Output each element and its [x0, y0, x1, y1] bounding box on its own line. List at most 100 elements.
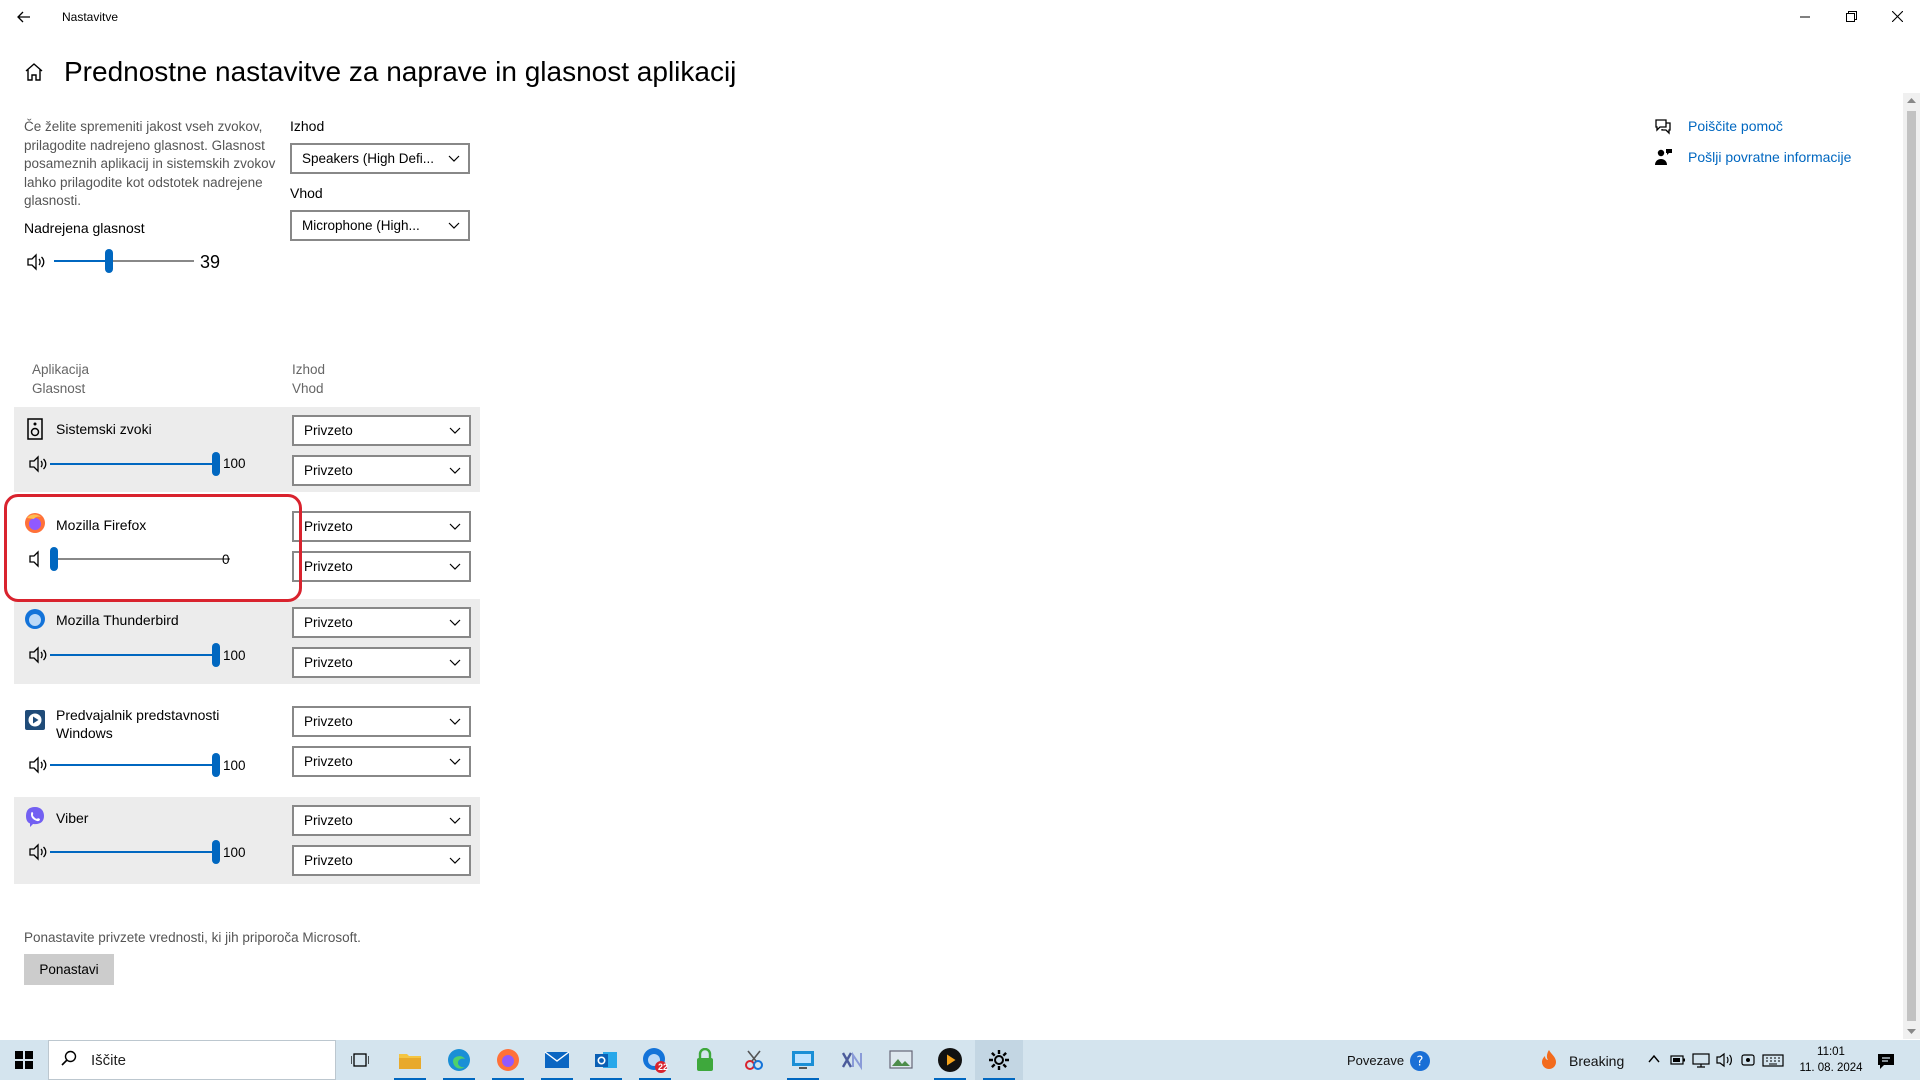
volume-icon[interactable] — [1716, 1052, 1734, 1068]
chevron-down-icon — [449, 659, 461, 666]
app-name: Sistemski zvoki — [56, 421, 152, 437]
app-output-dropdown[interactable]: Privzeto — [292, 511, 471, 542]
taskbar-mail[interactable] — [533, 1040, 581, 1080]
app-row-firefox: Mozilla Firefox 0 Privzeto Privzeto — [14, 503, 480, 588]
slider-fill — [50, 654, 216, 656]
app-output-dropdown[interactable]: Privzeto — [292, 607, 471, 638]
app-input-dropdown[interactable]: Privzeto — [292, 845, 471, 876]
app-volume-value: 100 — [223, 845, 246, 860]
chevron-down-icon — [449, 619, 461, 626]
taskbar-snipping[interactable] — [730, 1040, 778, 1080]
taskbar-keepass[interactable] — [681, 1040, 729, 1080]
app-output-dropdown[interactable]: Privzeto — [292, 415, 471, 446]
speaker-box-icon — [27, 418, 43, 440]
scroll-down-icon[interactable] — [1907, 1029, 1916, 1035]
taskbar-media-player[interactable] — [926, 1040, 974, 1080]
taskbar-outlook[interactable] — [582, 1040, 630, 1080]
app-input-value: Privzeto — [304, 463, 353, 478]
scrollbar[interactable] — [1903, 93, 1920, 1039]
close-icon — [1891, 11, 1903, 22]
taskbar-explorer[interactable] — [386, 1040, 434, 1080]
header-output: Izhod — [292, 362, 326, 377]
edge-icon — [448, 1049, 470, 1071]
notification-icon[interactable] — [1877, 1052, 1895, 1070]
slider-fill — [50, 463, 216, 465]
app-volume-slider[interactable] — [50, 753, 220, 777]
output-device-dropdown[interactable]: Speakers (High Defi... — [290, 143, 470, 174]
taskbar-thunderbird[interactable]: 22 — [631, 1040, 679, 1080]
taskbar-edge[interactable] — [435, 1040, 483, 1080]
app-input-dropdown[interactable]: Privzeto — [292, 647, 471, 678]
task-view-button[interactable] — [336, 1040, 384, 1080]
slider-thumb[interactable] — [212, 643, 220, 667]
app-volume-slider[interactable] — [50, 547, 230, 571]
speaker-icon[interactable] — [28, 645, 48, 665]
taskbar-firefox[interactable] — [484, 1040, 532, 1080]
scroll-up-icon[interactable] — [1907, 97, 1916, 103]
app-row-system-sounds: Sistemski zvoki 100 Privzeto Privzeto — [14, 407, 480, 492]
clock-date: 11. 08. 2024 — [1799, 1062, 1863, 1074]
slider-thumb[interactable] — [105, 249, 114, 273]
network-icon[interactable] — [1692, 1052, 1710, 1068]
app-volume-slider[interactable] — [50, 452, 220, 476]
input-device-dropdown[interactable]: Microphone (High... — [290, 210, 470, 241]
speaker-icon[interactable] — [28, 755, 48, 775]
app-volume-slider[interactable] — [50, 643, 220, 667]
app-volume-value: 100 — [223, 648, 246, 663]
close-button[interactable] — [1874, 0, 1920, 33]
tray-povezave-label[interactable]: Povezave — [1347, 1053, 1404, 1068]
battery-icon[interactable] — [1670, 1052, 1686, 1068]
minimize-button[interactable] — [1782, 0, 1828, 33]
app-name: Predvajalnik predstavnosti Windows — [56, 707, 220, 741]
app-volume-slider[interactable] — [50, 840, 220, 864]
slider-thumb[interactable] — [212, 452, 220, 476]
start-button[interactable] — [0, 1040, 48, 1080]
keyboard-icon[interactable] — [1762, 1052, 1784, 1068]
lock-icon — [697, 1048, 713, 1071]
slider-thumb[interactable] — [212, 840, 220, 864]
search-icon — [61, 1050, 77, 1066]
speaker-icon[interactable] — [28, 842, 48, 862]
help-chat-icon — [1655, 119, 1671, 135]
clock[interactable]: 11:01 11. 08. 2024 — [1796, 1044, 1866, 1076]
chevron-up-icon[interactable] — [1648, 1054, 1660, 1064]
app-input-dropdown[interactable]: Privzeto — [292, 746, 471, 777]
slider-thumb[interactable] — [212, 753, 220, 777]
taskbar-app-xn[interactable] — [828, 1040, 876, 1080]
taskbar-remote[interactable] — [779, 1040, 827, 1080]
header-input: Vhod — [292, 381, 324, 396]
media-player-icon — [25, 710, 45, 730]
speaker-icon[interactable] — [26, 252, 46, 272]
app-output-dropdown[interactable]: Privzeto — [292, 805, 471, 836]
taskbar-photos[interactable] — [877, 1040, 925, 1080]
taskbar-settings[interactable] — [975, 1040, 1023, 1080]
chevron-down-icon — [449, 523, 461, 530]
feedback-link[interactable]: Pošlji povratne informacije — [1688, 149, 1851, 165]
news-label[interactable]: Breaking — [1569, 1053, 1624, 1069]
chevron-down-icon — [449, 817, 461, 824]
home-icon[interactable] — [22, 60, 46, 84]
app-input-dropdown[interactable]: Privzeto — [292, 455, 471, 486]
meet-now-icon[interactable] — [1740, 1052, 1756, 1068]
chevron-down-icon — [448, 155, 460, 162]
app-input-dropdown[interactable]: Privzeto — [292, 551, 471, 582]
help-badge-icon[interactable]: ? — [1409, 1050, 1431, 1072]
restore-button[interactable] — [1828, 0, 1874, 33]
slider-thumb[interactable] — [50, 547, 58, 571]
master-volume-slider[interactable] — [54, 249, 194, 273]
get-help-link[interactable]: Poiščite pomoč — [1688, 118, 1783, 134]
app-output-dropdown[interactable]: Privzeto — [292, 706, 471, 737]
app-name: Viber — [56, 810, 89, 826]
app-output-value: Privzeto — [304, 714, 353, 729]
reset-button[interactable]: Ponastavi — [24, 954, 114, 985]
header-volume: Glasnost — [32, 381, 86, 396]
speaker-muted-icon[interactable] — [28, 549, 48, 569]
chevron-down-icon — [449, 718, 461, 725]
header-app: Aplikacija — [32, 362, 90, 377]
speaker-icon[interactable] — [28, 454, 48, 474]
taskbar-search[interactable]: Iščite — [48, 1040, 336, 1080]
scroll-thumb[interactable] — [1907, 111, 1916, 1021]
back-button[interactable] — [10, 3, 38, 31]
app-input-value: Privzeto — [304, 559, 353, 574]
reset-description: Ponastavite privzete vrednosti, ki jih p… — [24, 930, 361, 945]
